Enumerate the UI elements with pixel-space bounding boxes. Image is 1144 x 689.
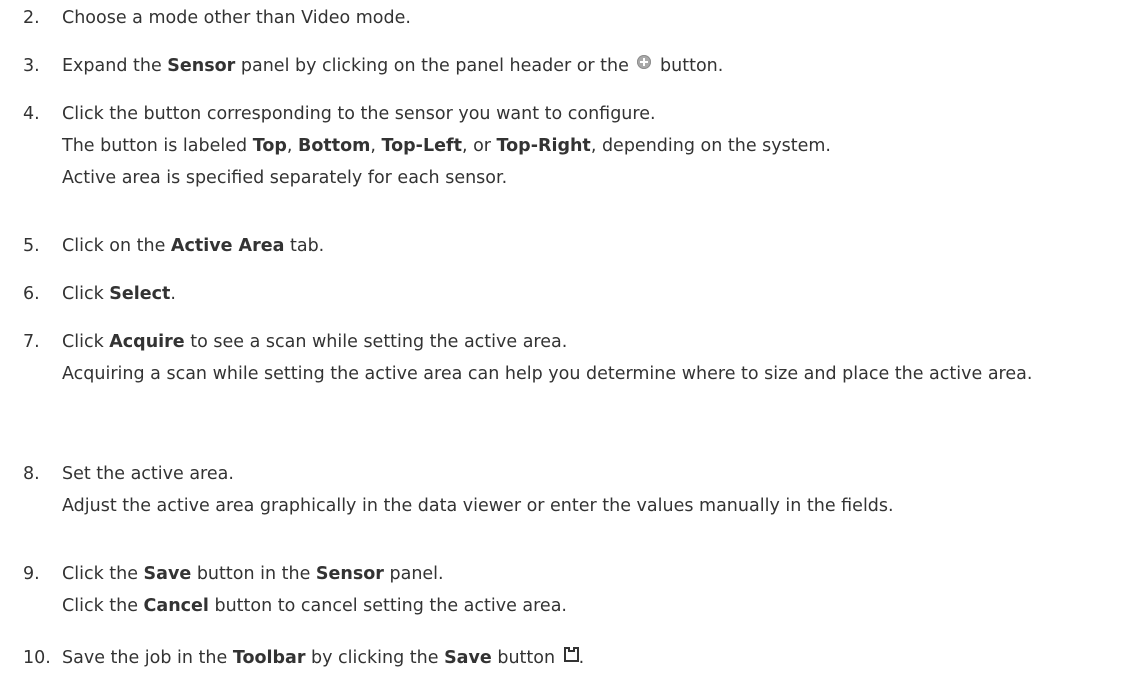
step-text: , depending on the system. xyxy=(590,136,831,156)
step-line: Click the button corresponding to the se… xyxy=(62,98,1142,130)
step-line: Acquiring a scan while setting the activ… xyxy=(62,358,1140,390)
step-body: Save the job in the Toolbar by clicking … xyxy=(62,642,1142,674)
step-line: The button is labeled Top, Bottom, Top-L… xyxy=(62,130,1142,162)
ui-term: Toolbar xyxy=(232,648,306,668)
step-body: Click the Save button in the Sensor pane… xyxy=(62,558,1142,622)
step-body: Click Acquire to see a scan while settin… xyxy=(62,326,1142,390)
ui-term: Bottom xyxy=(298,136,371,156)
step-text: button. xyxy=(654,56,724,76)
step-number: 6. xyxy=(23,284,40,304)
ui-term: Top-Left xyxy=(381,136,462,156)
step-text: Choose a mode other than Video mode. xyxy=(62,8,411,28)
save-icon xyxy=(563,647,579,662)
ui-term: Sensor xyxy=(315,564,384,584)
step-text: by clicking the xyxy=(305,648,445,668)
step-text: Click the button corresponding to the se… xyxy=(62,104,656,124)
step-number: 8. xyxy=(23,464,40,484)
instruction-steps: 2. Choose a mode other than Video mode. 3.… xyxy=(0,0,1144,689)
step-line: Active area is specified separately for … xyxy=(62,162,1142,194)
ui-term: Acquire xyxy=(109,332,185,352)
step-text: to see a scan while setting the active a… xyxy=(184,332,568,352)
step-line: Click on the Active Area tab. xyxy=(62,230,1142,262)
ui-term: Top-Right xyxy=(496,136,591,156)
step-line: Click the Save button in the Sensor pane… xyxy=(62,558,1142,590)
step-text: panel by clicking on the panel header or… xyxy=(235,56,635,76)
ui-term: Top xyxy=(252,136,287,156)
step-line: Click the Cancel button to cancel settin… xyxy=(62,590,1142,622)
step-text: Expand the xyxy=(62,56,168,76)
step-text: , xyxy=(286,136,299,156)
step-body: Set the active area. Adjust the active ar… xyxy=(62,458,1142,522)
ui-term: Sensor xyxy=(167,56,236,76)
step-text: button in the xyxy=(191,564,316,584)
step-text: . xyxy=(170,284,176,304)
step-number: 2. xyxy=(23,8,40,28)
step-text: Set the active area. xyxy=(62,464,234,484)
ui-term: Save xyxy=(444,648,492,668)
step-body: Choose a mode other than Video mode. xyxy=(62,2,1142,34)
ui-term: Select xyxy=(109,284,171,304)
step-text: . xyxy=(578,648,585,668)
step-text: button to cancel setting the active area… xyxy=(208,596,567,616)
step-text: Active area is specified separately for … xyxy=(62,168,508,188)
step-line: Choose a mode other than Video mode. xyxy=(62,2,1142,34)
ui-term: Save xyxy=(143,564,192,584)
step-number: 7. xyxy=(23,332,40,352)
plus-circle-icon xyxy=(637,55,652,69)
step-text: Click xyxy=(62,332,110,352)
step-number: 10. xyxy=(23,648,51,668)
step-line: Adjust the active area graphically in th… xyxy=(62,490,1142,522)
ui-term: Cancel xyxy=(143,596,209,616)
step-body: Click on the Active Area tab. xyxy=(62,230,1142,262)
step-line: Click Acquire to see a scan while settin… xyxy=(62,326,1142,358)
step-line: Save the job in the Toolbar by clicking … xyxy=(62,642,1142,674)
step-text: Save the job in the xyxy=(62,648,233,668)
step-body: Expand the Sensor panel by clicking on t… xyxy=(62,50,1142,82)
step-body: Click Select. xyxy=(62,278,1142,310)
step-text: Click the xyxy=(62,596,144,616)
step-number: 3. xyxy=(23,56,40,76)
step-body: Click the button corresponding to the se… xyxy=(62,98,1142,194)
step-number: 9. xyxy=(23,564,40,584)
step-number: 5. xyxy=(23,236,40,256)
step-line: Set the active area. xyxy=(62,458,1142,490)
step-text: panel. xyxy=(383,564,444,584)
step-text: Click xyxy=(62,284,110,304)
step-text: Acquiring a scan while setting the activ… xyxy=(62,364,1033,384)
step-text: button xyxy=(491,648,561,668)
step-text: , or xyxy=(461,136,497,156)
ui-term: Active Area xyxy=(170,236,285,256)
step-line: Expand the Sensor panel by clicking on t… xyxy=(62,50,1142,82)
step-text: The button is labeled xyxy=(62,136,253,156)
step-text: Click the xyxy=(62,564,144,584)
step-text: Click on the xyxy=(62,236,171,256)
step-text: tab. xyxy=(284,236,325,256)
step-line: Click Select. xyxy=(62,278,1142,310)
step-number: 4. xyxy=(23,104,40,124)
step-text: Adjust the active area graphically in th… xyxy=(62,496,894,516)
step-text: , xyxy=(370,136,382,156)
